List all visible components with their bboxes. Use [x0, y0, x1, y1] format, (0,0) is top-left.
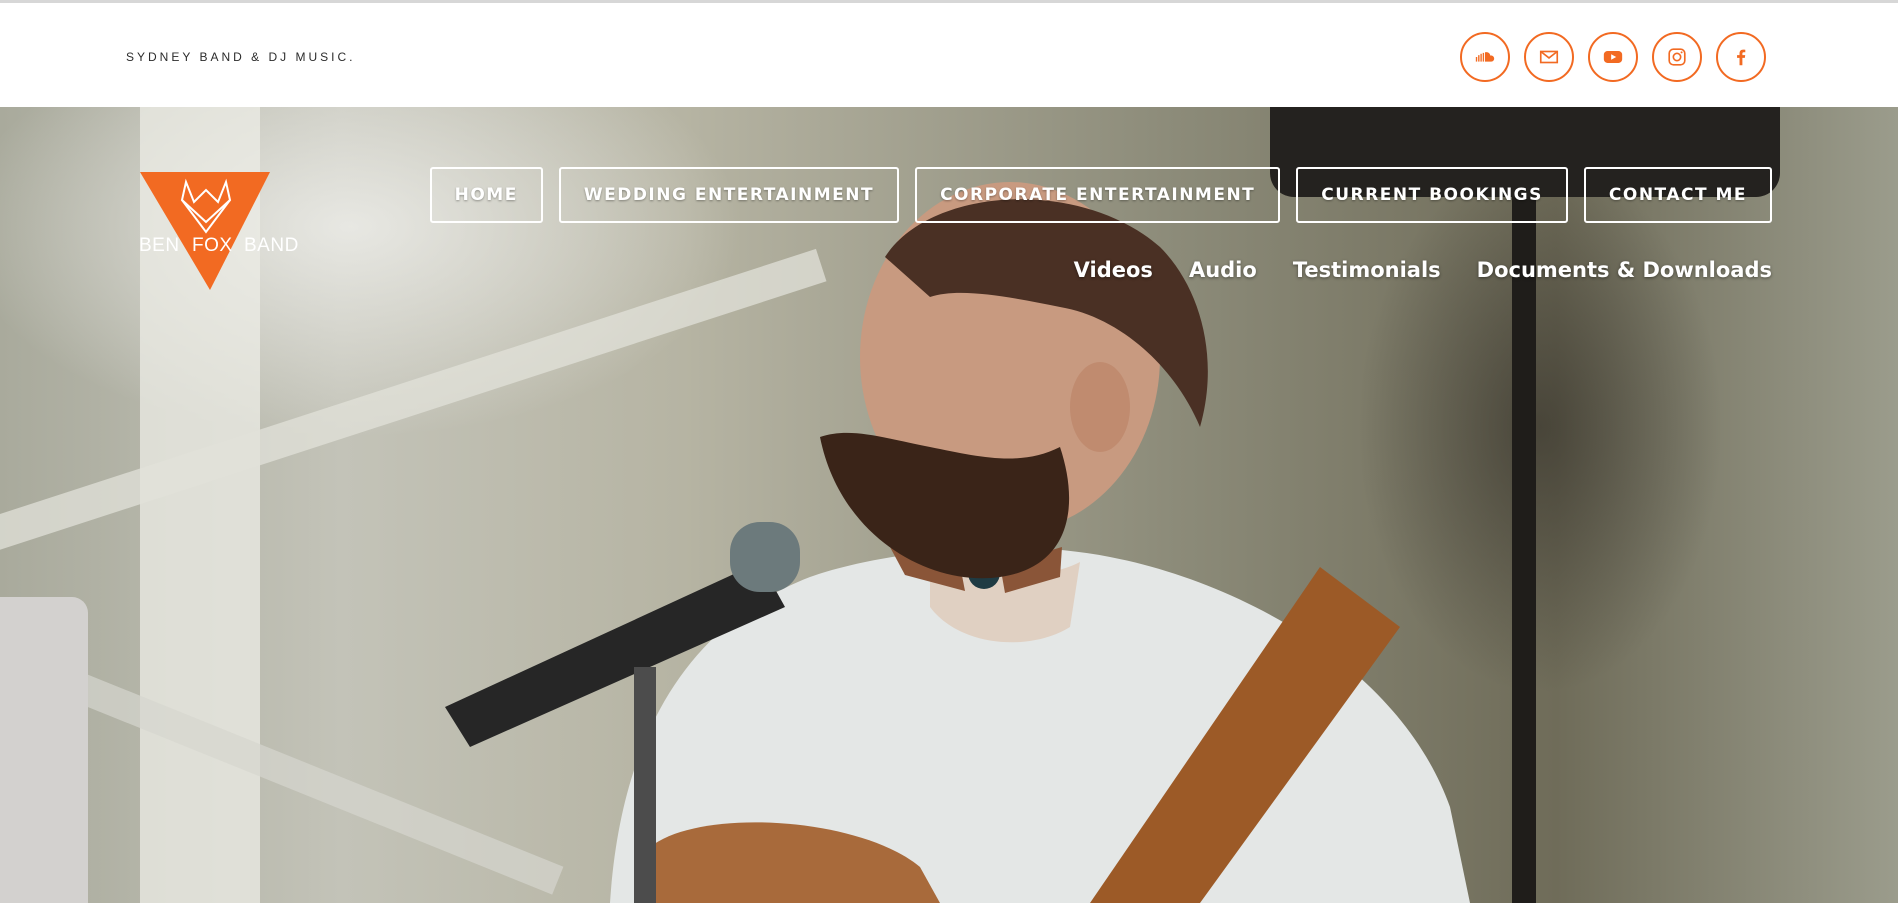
- nav-documents-downloads-link[interactable]: Documents & Downloads: [1477, 258, 1772, 282]
- logo-text: BAND: [244, 235, 299, 256]
- youtube-button[interactable]: [1588, 32, 1638, 82]
- soundcloud-icon: [1475, 52, 1495, 62]
- youtube-icon: [1603, 51, 1623, 63]
- instagram-icon: [1668, 48, 1686, 66]
- site-tagline: SYDNEY BAND & DJ MUSIC.: [126, 50, 356, 64]
- logo-text: BEN: [139, 235, 180, 256]
- nav-audio-link[interactable]: Audio: [1189, 258, 1257, 282]
- email-icon: [1539, 50, 1559, 64]
- logo-fox-triangle: [140, 172, 270, 290]
- facebook-icon: [1737, 49, 1746, 66]
- soundcloud-button[interactable]: [1460, 32, 1510, 82]
- secondary-nav: Videos Audio Testimonials Documents & Do…: [1074, 258, 1772, 282]
- nav-testimonials-link[interactable]: Testimonials: [1293, 258, 1441, 282]
- facebook-button[interactable]: [1716, 32, 1766, 82]
- nav-corporate-entertainment-button[interactable]: CORPORATE ENTERTAINMENT: [915, 167, 1281, 223]
- nav-videos-link[interactable]: Videos: [1074, 258, 1153, 282]
- primary-nav: HOME WEDDING ENTERTAINMENT CORPORATE ENT…: [429, 167, 1772, 223]
- instagram-button[interactable]: [1652, 32, 1702, 82]
- nav-contact-me-button[interactable]: CONTACT ME: [1583, 167, 1772, 223]
- logo-text: FOX: [192, 235, 233, 256]
- top-bar: SYDNEY BAND & DJ MUSIC.: [0, 3, 1898, 107]
- social-links: [1460, 32, 1766, 82]
- hero-banner: BEN FOX BAND: [0, 107, 1898, 903]
- nav-home-button[interactable]: HOME: [429, 167, 543, 223]
- email-button[interactable]: [1524, 32, 1574, 82]
- nav-wedding-entertainment-button[interactable]: WEDDING ENTERTAINMENT: [558, 167, 900, 223]
- nav-current-bookings-button[interactable]: CURRENT BOOKINGS: [1296, 167, 1568, 223]
